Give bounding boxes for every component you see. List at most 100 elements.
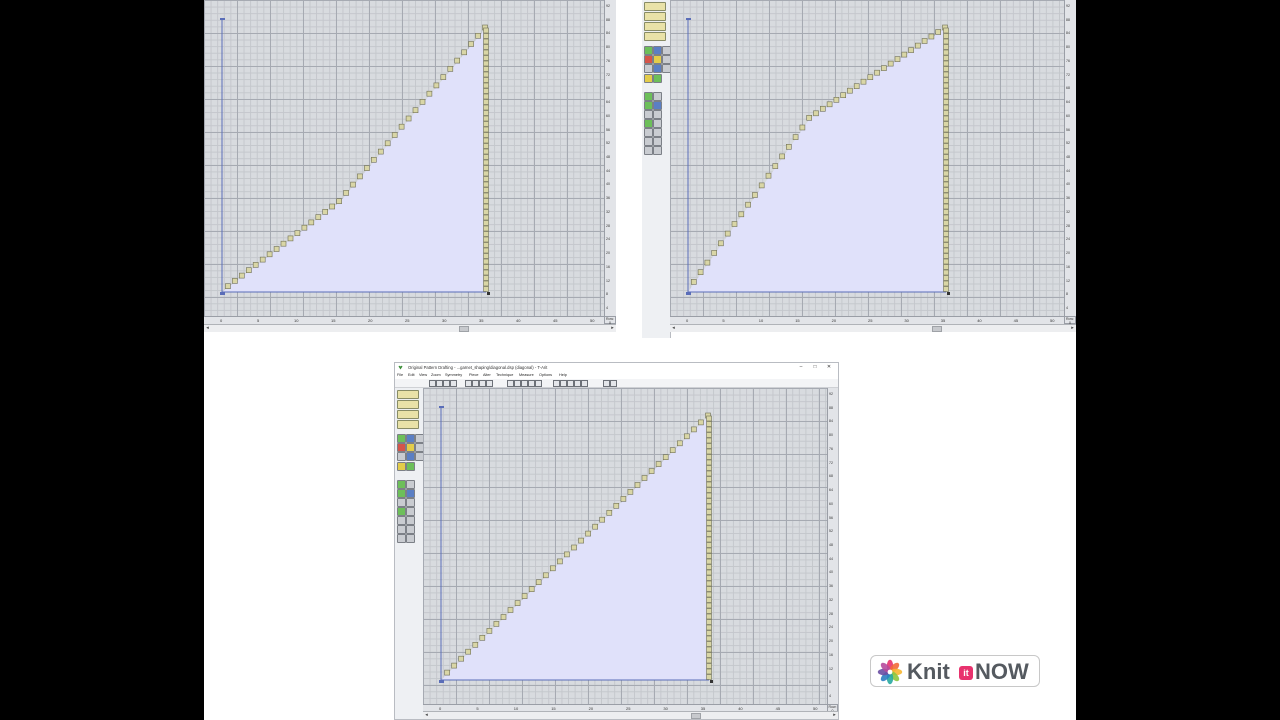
tool-button-icon[interactable]: [397, 443, 406, 452]
horizontal-scrollbar[interactable]: ◂ ▸: [670, 324, 1076, 332]
tool-button-icon[interactable]: [653, 137, 662, 146]
scroll-right-icon[interactable]: ▸: [831, 712, 838, 719]
tool-button-icon[interactable]: [397, 516, 406, 525]
tool-button-icon[interactable]: [406, 489, 415, 498]
tool-button-icon[interactable]: [397, 507, 406, 516]
toolbar-button-icon[interactable]: [507, 380, 514, 387]
menu-edit[interactable]: Edit: [408, 372, 415, 379]
tool-button-icon[interactable]: [397, 480, 406, 489]
tool-button-icon[interactable]: [644, 22, 666, 31]
tool-button-icon[interactable]: [397, 400, 419, 409]
maximize-icon[interactable]: □: [808, 363, 822, 372]
scroll-thumb[interactable]: [459, 326, 469, 332]
tool-button-icon[interactable]: [397, 489, 406, 498]
close-icon[interactable]: ✕: [822, 363, 836, 372]
toolbar-button-icon[interactable]: [472, 380, 479, 387]
toolbar-button-icon[interactable]: [567, 380, 574, 387]
tool-button-icon[interactable]: [397, 534, 406, 543]
top-marker[interactable]: [686, 18, 691, 20]
toolbar-button-icon[interactable]: [560, 380, 567, 387]
toolbar-button-icon[interactable]: [610, 380, 617, 387]
tool-button-icon[interactable]: [644, 32, 666, 41]
top-marker[interactable]: [220, 18, 225, 20]
tool-button-icon[interactable]: [644, 2, 666, 11]
scroll-right-icon[interactable]: ▸: [1069, 325, 1076, 332]
tool-button-icon[interactable]: [406, 462, 415, 471]
scroll-left-icon[interactable]: ◂: [204, 325, 211, 332]
menu-zoom[interactable]: Zoom: [431, 372, 441, 379]
toolbar-button-icon[interactable]: [521, 380, 528, 387]
tool-button-icon[interactable]: [644, 12, 666, 21]
tool-button-icon[interactable]: [406, 480, 415, 489]
toolbar-button-icon[interactable]: [528, 380, 535, 387]
menu-help[interactable]: Help: [559, 372, 567, 379]
end-marker[interactable]: [710, 680, 713, 683]
tool-button-icon[interactable]: [397, 420, 419, 429]
menu-view[interactable]: View: [419, 372, 427, 379]
horizontal-scrollbar[interactable]: ◂ ▸: [423, 711, 838, 719]
pattern-grid[interactable]: [423, 388, 827, 704]
tool-button-icon[interactable]: [653, 92, 662, 101]
toolbar-button-icon[interactable]: [514, 380, 521, 387]
toolbar-button-icon[interactable]: [450, 380, 457, 387]
toolbar-button-icon[interactable]: [574, 380, 581, 387]
tool-button-icon[interactable]: [644, 46, 653, 55]
tool-button-icon[interactable]: [397, 410, 419, 419]
tool-button-icon[interactable]: [406, 443, 415, 452]
end-marker[interactable]: [487, 292, 490, 295]
tool-button-icon[interactable]: [397, 462, 406, 471]
pattern-grid[interactable]: [204, 0, 604, 316]
tool-button-icon[interactable]: [644, 64, 653, 73]
tool-button-icon[interactable]: [644, 110, 653, 119]
tool-button-icon[interactable]: [644, 137, 653, 146]
tool-button-icon[interactable]: [653, 64, 662, 73]
end-marker[interactable]: [947, 292, 950, 295]
tool-button-icon[interactable]: [653, 119, 662, 128]
scroll-thumb[interactable]: [691, 713, 701, 719]
menu-measure[interactable]: Measure: [519, 372, 534, 379]
minimize-icon[interactable]: –: [794, 363, 808, 372]
toolbar-button-icon[interactable]: [465, 380, 472, 387]
menu-piece[interactable]: Piece: [469, 372, 479, 379]
tool-button-icon[interactable]: [397, 434, 406, 443]
tool-button-icon[interactable]: [644, 101, 653, 110]
tool-button-icon[interactable]: [397, 498, 406, 507]
scroll-left-icon[interactable]: ◂: [423, 712, 430, 719]
toolbar-button-icon[interactable]: [443, 380, 450, 387]
tool-button-icon[interactable]: [644, 55, 653, 64]
tool-button-icon[interactable]: [397, 390, 419, 399]
tool-button-icon[interactable]: [406, 507, 415, 516]
tool-button-icon[interactable]: [653, 55, 662, 64]
tool-button-icon[interactable]: [653, 74, 662, 83]
menu-technique[interactable]: Technique: [496, 372, 513, 379]
tool-button-icon[interactable]: [406, 525, 415, 534]
tool-button-icon[interactable]: [644, 119, 653, 128]
toolbar-button-icon[interactable]: [553, 380, 560, 387]
tool-button-icon[interactable]: [397, 452, 406, 461]
tool-button-icon[interactable]: [644, 92, 653, 101]
tool-button-icon[interactable]: [406, 452, 415, 461]
scroll-left-icon[interactable]: ◂: [670, 325, 677, 332]
tool-button-icon[interactable]: [406, 434, 415, 443]
scroll-right-icon[interactable]: ▸: [609, 325, 616, 332]
tool-button-icon[interactable]: [653, 146, 662, 155]
horizontal-scrollbar[interactable]: ◂ ▸: [204, 324, 616, 332]
tool-button-icon[interactable]: [406, 498, 415, 507]
toolbar-button-icon[interactable]: [429, 380, 436, 387]
tool-button-icon[interactable]: [644, 74, 653, 83]
toolbar-button-icon[interactable]: [436, 380, 443, 387]
tool-button-icon[interactable]: [653, 101, 662, 110]
menu-options[interactable]: Options: [539, 372, 552, 379]
scroll-thumb[interactable]: [932, 326, 942, 332]
top-marker[interactable]: [439, 406, 444, 408]
tool-button-icon[interactable]: [644, 128, 653, 137]
tool-button-icon[interactable]: [653, 110, 662, 119]
menu-symmetry[interactable]: Symmetry: [445, 372, 462, 379]
toolbar-button-icon[interactable]: [535, 380, 542, 387]
pattern-grid[interactable]: [670, 0, 1064, 316]
menu-alter[interactable]: Alter: [483, 372, 491, 379]
tool-button-icon[interactable]: [406, 516, 415, 525]
menu-file[interactable]: File: [397, 372, 403, 379]
tool-button-icon[interactable]: [644, 146, 653, 155]
tool-button-icon[interactable]: [653, 128, 662, 137]
